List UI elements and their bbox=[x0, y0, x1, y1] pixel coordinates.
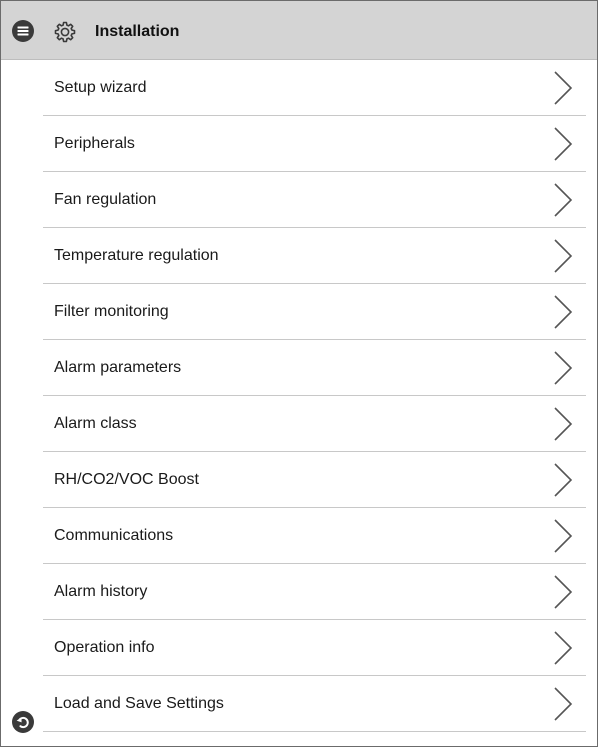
chevron-right-icon bbox=[554, 127, 573, 161]
menu-item-label: Alarm parameters bbox=[54, 359, 182, 376]
menu-item-label: Communications bbox=[54, 527, 174, 544]
menu-item-alarm-history[interactable]: Alarm history bbox=[43, 564, 586, 620]
menu-item-peripherals[interactable]: Peripherals bbox=[43, 116, 586, 172]
menu-item-filter-monitoring[interactable]: Filter monitoring bbox=[43, 284, 586, 340]
menu-item-operation-info[interactable]: Operation info bbox=[43, 620, 586, 676]
chevron-right-icon bbox=[554, 463, 573, 497]
chevron-right-icon bbox=[554, 631, 573, 665]
chevron-right-icon bbox=[554, 71, 573, 105]
chevron-right-icon bbox=[554, 687, 573, 721]
menu-item-boost[interactable]: RH/CO2/VOC Boost bbox=[43, 452, 586, 508]
menu-icon[interactable] bbox=[12, 20, 34, 42]
menu-item-load-save-settings[interactable]: Load and Save Settings bbox=[43, 676, 586, 732]
chevron-right-icon bbox=[554, 295, 573, 329]
menu-item-label: RH/CO2/VOC Boost bbox=[54, 471, 199, 488]
menu-item-label: Temperature regulation bbox=[54, 247, 219, 264]
settings-menu-list: Setup wizard Peripherals Fan regulation … bbox=[43, 60, 586, 732]
menu-item-label: Peripherals bbox=[54, 135, 135, 152]
menu-item-setup-wizard[interactable]: Setup wizard bbox=[43, 60, 586, 116]
installation-screen: Installation Setup wizard Peripherals Fa… bbox=[0, 0, 598, 747]
menu-item-label: Load and Save Settings bbox=[54, 695, 224, 712]
menu-item-label: Alarm history bbox=[54, 583, 148, 600]
chevron-right-icon bbox=[554, 351, 573, 385]
menu-item-label: Setup wizard bbox=[54, 79, 147, 96]
page-title: Installation bbox=[95, 23, 180, 40]
gear-icon bbox=[54, 21, 76, 43]
menu-item-communications[interactable]: Communications bbox=[43, 508, 586, 564]
menu-item-label: Alarm class bbox=[54, 415, 137, 432]
chevron-right-icon bbox=[554, 575, 573, 609]
chevron-right-icon bbox=[554, 519, 573, 553]
header-bar: Installation bbox=[1, 1, 597, 60]
back-icon[interactable] bbox=[12, 711, 34, 733]
menu-item-alarm-parameters[interactable]: Alarm parameters bbox=[43, 340, 586, 396]
menu-item-label: Operation info bbox=[54, 639, 155, 656]
menu-item-label: Filter monitoring bbox=[54, 303, 169, 320]
chevron-right-icon bbox=[554, 407, 573, 441]
menu-item-alarm-class[interactable]: Alarm class bbox=[43, 396, 586, 452]
chevron-right-icon bbox=[554, 183, 573, 217]
menu-item-fan-regulation[interactable]: Fan regulation bbox=[43, 172, 586, 228]
menu-item-label: Fan regulation bbox=[54, 191, 157, 208]
menu-item-temperature-regulation[interactable]: Temperature regulation bbox=[43, 228, 586, 284]
chevron-right-icon bbox=[554, 239, 573, 273]
